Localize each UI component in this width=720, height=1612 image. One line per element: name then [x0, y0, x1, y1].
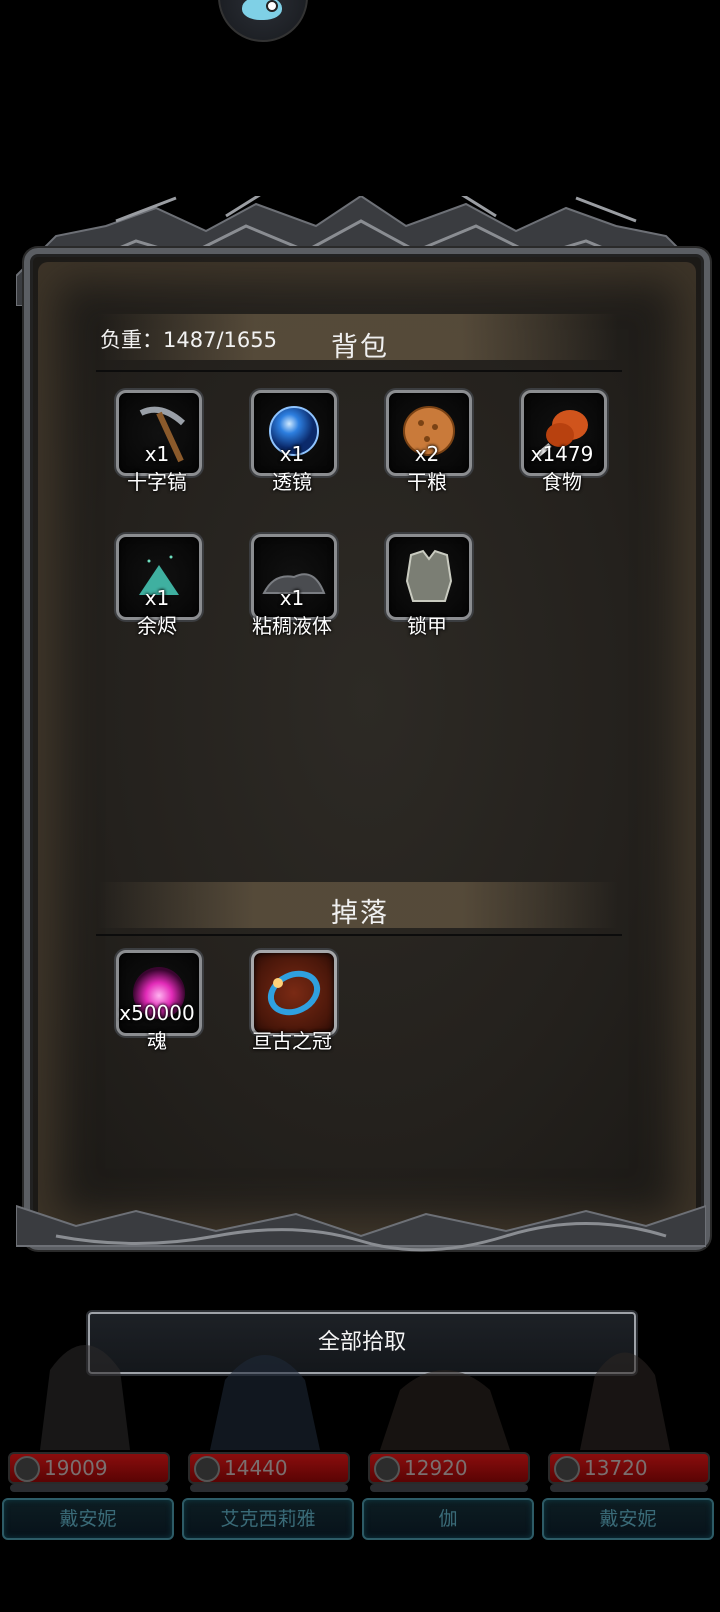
- shield-icon: [194, 1456, 220, 1482]
- ornate-frame-bottom: [16, 1204, 706, 1252]
- shield-icon: [374, 1456, 400, 1482]
- item-name: 干粮: [407, 470, 447, 494]
- item-name: 余烬: [137, 614, 177, 638]
- item-name: 食物: [542, 470, 582, 494]
- item-name: 十字镐: [127, 470, 187, 494]
- item-name: 锁甲: [407, 614, 447, 638]
- hero-portrait[interactable]: [540, 1300, 710, 1460]
- drop-title: 掉落: [331, 898, 389, 929]
- bag-title: 背包: [331, 332, 389, 363]
- hero-name-tag[interactable]: 戴安妮: [542, 1498, 714, 1540]
- hero-name-tag[interactable]: 戴安妮: [2, 1498, 174, 1540]
- shield-icon: [554, 1456, 580, 1482]
- npc-avatar[interactable]: [218, 0, 308, 42]
- item-name: 粘稠液体: [252, 614, 332, 638]
- hp-bar: 12920: [368, 1452, 530, 1484]
- hp-bar: 13720: [548, 1452, 710, 1484]
- drop-slot-2[interactable]: [251, 950, 337, 1036]
- hero-portrait[interactable]: [360, 1300, 530, 1460]
- hero-name-tag[interactable]: 艾克西莉雅: [182, 1498, 354, 1540]
- hero-portrait[interactable]: [180, 1300, 350, 1460]
- hero-name-tag[interactable]: 伽: [362, 1498, 534, 1540]
- crown-icon: [267, 970, 321, 1016]
- hp-bar: 19009: [8, 1452, 170, 1484]
- item-name: 透镜: [272, 470, 312, 494]
- hero-portrait[interactable]: [0, 1300, 170, 1460]
- item-name: 魂: [147, 1029, 167, 1053]
- hp-bar: 14440: [188, 1452, 350, 1484]
- bag-slot-7[interactable]: [386, 534, 472, 620]
- shield-icon: [14, 1456, 40, 1482]
- item-name: 亘古之冠: [252, 1029, 332, 1053]
- chainmail-icon: [405, 549, 453, 602]
